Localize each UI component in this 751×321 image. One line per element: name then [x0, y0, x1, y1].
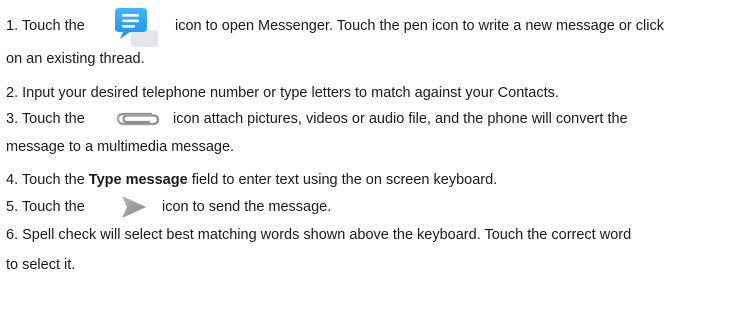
step-3-text-after: icon attach pictures, videos or audio fi… — [173, 111, 628, 127]
step-4-number: 4. — [6, 172, 19, 188]
send-arrow-icon — [120, 194, 148, 220]
step-3-text-before: Touch the — [21, 111, 85, 127]
instructions-page: 1. Touch the icon to open Messenger. Tou… — [0, 0, 751, 321]
step-5-text-before: Touch the — [21, 199, 85, 215]
step-1-number: 1. — [6, 18, 19, 34]
step-6: 6. Spell check will select best matching… — [6, 225, 631, 245]
step-3: 3. Touch the — [6, 109, 85, 129]
step-6-number: 6. — [6, 227, 19, 243]
step-3-continuation: message to a multimedia message. — [6, 139, 235, 155]
step-5-after: icon to send the message. — [162, 197, 331, 217]
step-2-text: Input your desired telephone number or t… — [22, 85, 559, 101]
step-2-number: 2. — [6, 85, 19, 101]
step-4-text-before: Touch the — [21, 172, 85, 188]
step-4-text-after: field to enter text using the on screen … — [191, 172, 498, 188]
step-1-after: icon to open Messenger. Touch the pen ic… — [175, 16, 664, 36]
step-5: 5. Touch the — [6, 197, 85, 217]
step-4: 4. Touch the Type message field to enter… — [6, 170, 497, 190]
step-4-bold: Type message — [88, 172, 188, 188]
step-1-text-after: icon to open Messenger. Touch the pen ic… — [175, 18, 664, 34]
step-1-text-before: Touch the — [21, 18, 85, 34]
step-3-number: 3. — [6, 111, 19, 127]
paperclip-icon — [115, 108, 161, 130]
messenger-icon — [113, 4, 159, 48]
step-1: 1. Touch the — [6, 16, 85, 36]
step-5-number: 5. — [6, 199, 19, 215]
step-6-continuation: to select it. — [6, 257, 76, 273]
step-2: 2. Input your desired telephone number o… — [6, 83, 559, 103]
step-3-after: icon attach pictures, videos or audio fi… — [173, 109, 628, 129]
step-5-text-after: icon to send the message. — [162, 199, 332, 215]
step-6-text: Spell check will select best matching wo… — [22, 227, 632, 243]
step-1-continuation: on an existing thread. — [6, 51, 145, 67]
